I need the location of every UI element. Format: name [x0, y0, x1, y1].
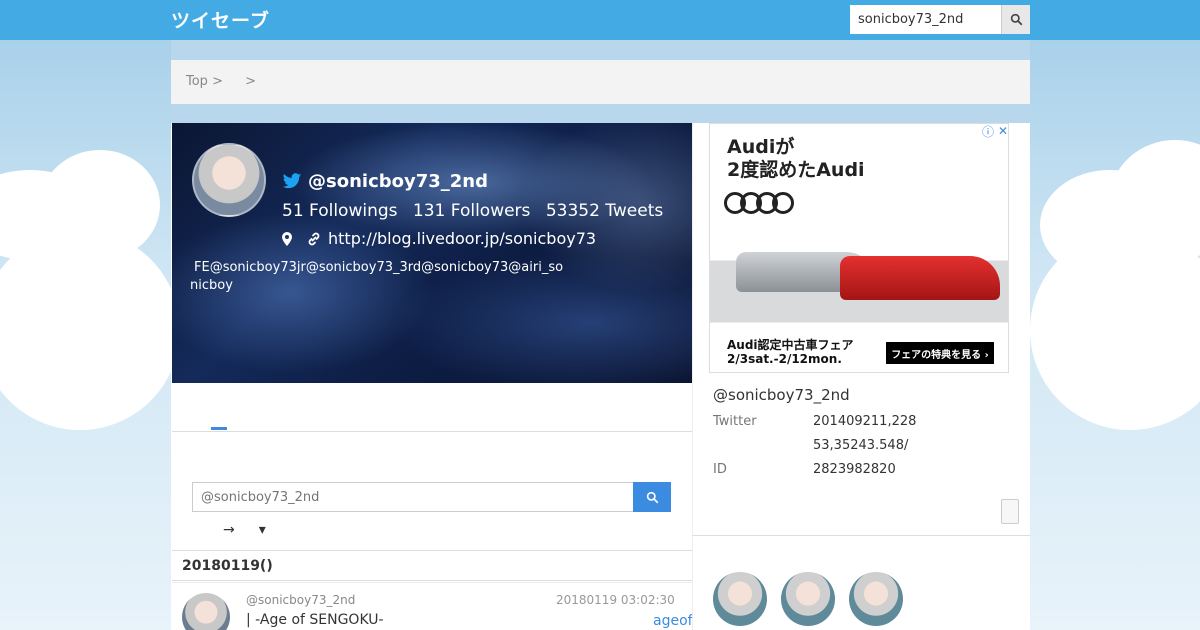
- profile-bio: FE@sonicboy73jr@sonicboy73_3rd@sonicboy7…: [190, 259, 570, 295]
- sort-controls: → ▾: [223, 522, 266, 538]
- user-info-value: 53,35243.548/: [813, 438, 909, 453]
- search-icon: [1010, 13, 1022, 26]
- main-container: Top > > @sonicboy73_2nd 51 Followings 13…: [171, 40, 1030, 630]
- avatar[interactable]: [192, 143, 266, 217]
- tweet-item[interactable]: @sonicboy73_2nd 20180119 03:02:30 | -Age…: [172, 582, 693, 630]
- profile-stats: 51 Followings 131 Followers 53352 Tweets: [282, 201, 673, 221]
- profile-website-link[interactable]: http://blog.livedoor.jp/sonicboy73: [328, 229, 596, 248]
- tweets-count[interactable]: 53352 Tweets: [546, 201, 663, 221]
- twitter-bird-icon: [282, 173, 302, 189]
- divider: [692, 535, 1030, 536]
- tweet-search: [192, 482, 671, 512]
- profile-handle-row: @sonicboy73_2nd: [282, 171, 488, 192]
- site-logo[interactable]: ツイセーブ: [171, 6, 270, 33]
- user-info-label: Twitter: [713, 414, 757, 429]
- timeline-date-header: 20180119(): [172, 550, 692, 581]
- link-icon: [308, 232, 320, 245]
- ad-info-icon[interactable]: ⓘ: [982, 124, 994, 140]
- tweet-timestamp[interactable]: 20180119 03:02:30: [556, 593, 675, 607]
- tweet-hashtag-link[interactable]: ageof: [653, 613, 693, 629]
- header-search-input[interactable]: [850, 5, 1001, 34]
- breadcrumb: Top > >: [171, 60, 1030, 104]
- profile-link-row: http://blog.livedoor.jp/sonicboy73: [282, 229, 596, 248]
- search-icon: [646, 491, 658, 503]
- header-search: [850, 5, 1030, 34]
- section-gap: [171, 104, 1030, 123]
- ad-headline-line: 2度認めたAudi: [727, 159, 865, 181]
- active-tab-indicator[interactable]: [211, 427, 227, 430]
- tweet-text: | -Age of SENGOKU-: [246, 612, 384, 628]
- breadcrumb-separator: >: [245, 74, 257, 89]
- user-info-value: 201409211,228: [813, 414, 917, 429]
- ad-controls: ⓘ ✕: [980, 124, 1008, 140]
- ad-footer-text: Audi認定中古車フェア: [727, 338, 854, 352]
- sort-arrow-button[interactable]: →: [223, 522, 235, 538]
- ad-car-image: [840, 256, 1000, 300]
- user-info-handle: @sonicboy73_2nd: [713, 386, 850, 404]
- ad-close-icon[interactable]: ✕: [998, 124, 1008, 138]
- bio-line: FE@sonicboy73jr@sonicboy73_3rd@sonicboy7…: [194, 260, 564, 275]
- ad-headline: Audiが 2度認めたAudi: [727, 136, 865, 182]
- followings-count[interactable]: 51 Followings: [282, 201, 398, 221]
- followers-count[interactable]: 131 Followers: [413, 201, 530, 221]
- tweet-search-input[interactable]: [192, 482, 634, 512]
- header-search-button[interactable]: [1001, 5, 1030, 34]
- tweet-user[interactable]: @sonicboy73_2nd: [246, 593, 355, 607]
- related-users: [713, 572, 903, 626]
- ad-headline-line: Audiが: [727, 136, 795, 158]
- tweet-avatar[interactable]: [182, 593, 230, 630]
- tab-bar: [172, 383, 692, 432]
- related-user-avatar[interactable]: [713, 572, 767, 626]
- profile-handle[interactable]: @sonicboy73_2nd: [308, 171, 488, 192]
- user-info-value: 2823982820: [813, 462, 896, 477]
- user-info-label: ID: [713, 462, 727, 477]
- profile-banner: @sonicboy73_2nd 51 Followings 131 Follow…: [172, 123, 692, 383]
- related-user-avatar[interactable]: [849, 572, 903, 626]
- related-user-avatar[interactable]: [781, 572, 835, 626]
- column-divider: [692, 123, 693, 630]
- ad-cta-button[interactable]: フェアの特典を見る ›: [886, 342, 994, 364]
- ad-footer-text: 2/3sat.-2/12mon.: [727, 352, 842, 366]
- bio-line: nicboy: [190, 278, 233, 293]
- map-marker-icon: [282, 231, 292, 246]
- audi-rings-logo: [724, 192, 794, 214]
- tweet-search-button[interactable]: [633, 482, 671, 512]
- top-strip: [171, 40, 1030, 60]
- sort-dropdown-caret[interactable]: ▾: [259, 522, 266, 538]
- advertisement-banner[interactable]: ⓘ ✕ Audiが 2度認めたAudi Audi認定中古車フェア 2/3sat.…: [709, 123, 1009, 373]
- small-toggle-button[interactable]: [1001, 499, 1019, 524]
- breadcrumb-top-link[interactable]: Top >: [186, 74, 223, 89]
- ad-footer: Audi認定中古車フェア 2/3sat.-2/12mon. フェアの特典を見る …: [710, 334, 1008, 372]
- top-navbar: ツイセーブ: [0, 0, 1200, 40]
